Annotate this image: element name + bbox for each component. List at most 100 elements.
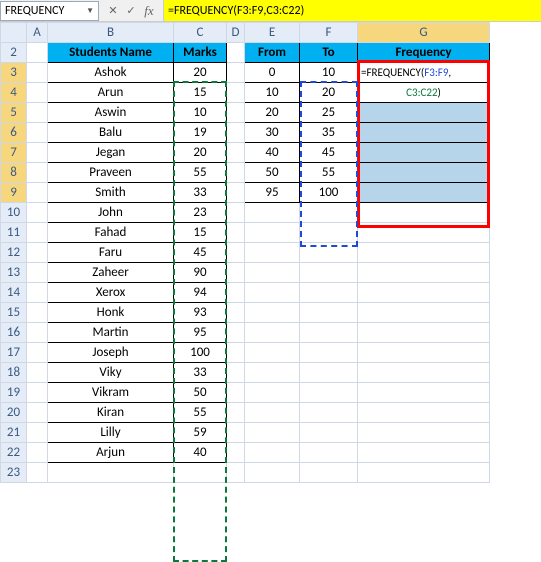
cell-A5[interactable] (27, 103, 48, 123)
cell-C19[interactable]: 50 (174, 383, 227, 403)
cell-C8[interactable]: 55 (174, 163, 227, 183)
cell-D13[interactable] (227, 263, 245, 283)
row-header-9[interactable]: 9 (1, 183, 27, 203)
cell-G19[interactable] (358, 383, 490, 403)
cell-F6[interactable]: 35 (300, 123, 358, 143)
cell-A15[interactable] (27, 303, 48, 323)
cell-A20[interactable] (27, 403, 48, 423)
cell-E14[interactable] (245, 283, 300, 303)
cell-B8[interactable]: Praveen (48, 163, 174, 183)
cell-A11[interactable] (27, 223, 48, 243)
cell-D2[interactable] (227, 43, 245, 63)
cell-E13[interactable] (245, 263, 300, 283)
cell-B3[interactable]: Ashok (48, 63, 174, 83)
cell-G20[interactable] (358, 403, 490, 423)
row-header-21[interactable]: 21 (1, 423, 27, 443)
row-header-19[interactable]: 19 (1, 383, 27, 403)
cell-G14[interactable] (358, 283, 490, 303)
cell-F13[interactable] (300, 263, 358, 283)
cell-E3[interactable]: 0 (245, 63, 300, 83)
cell-F11[interactable] (300, 223, 358, 243)
cell-E12[interactable] (245, 243, 300, 263)
cell-B21[interactable]: Lilly (48, 423, 174, 443)
cell-E6[interactable]: 30 (245, 123, 300, 143)
cell-F20[interactable] (300, 403, 358, 423)
row-header-3[interactable]: 3 (1, 63, 27, 83)
cell-G10[interactable] (358, 203, 490, 223)
cell-E20[interactable] (245, 403, 300, 423)
cell-D4[interactable] (227, 83, 245, 103)
cell-D3[interactable] (227, 63, 245, 83)
cell-D18[interactable] (227, 363, 245, 383)
cell-G3[interactable]: =FREQUENCY(F3:F9, (358, 63, 490, 83)
cell-G8[interactable] (358, 163, 490, 183)
cell-F18[interactable] (300, 363, 358, 383)
cell-B23[interactable] (48, 463, 174, 483)
cell-C12[interactable]: 45 (174, 243, 227, 263)
cell-F22[interactable] (300, 443, 358, 463)
cell-F19[interactable] (300, 383, 358, 403)
cell-B13[interactable]: Zaheer (48, 263, 174, 283)
cell-E10[interactable] (245, 203, 300, 223)
spreadsheet-grid[interactable]: A B C D E F G 2Students NameMarksFromToF… (0, 22, 541, 483)
cell-D23[interactable] (227, 463, 245, 483)
cell-F8[interactable]: 55 (300, 163, 358, 183)
col-header-F[interactable]: F (300, 23, 358, 43)
cell-B12[interactable]: Faru (48, 243, 174, 263)
cell-E9[interactable]: 95 (245, 183, 300, 203)
cell-D7[interactable] (227, 143, 245, 163)
row-header-13[interactable]: 13 (1, 263, 27, 283)
cell-C4[interactable]: 15 (174, 83, 227, 103)
cell-F2[interactable]: To (300, 43, 358, 63)
cell-F12[interactable] (300, 243, 358, 263)
cell-C15[interactable]: 93 (174, 303, 227, 323)
cell-D20[interactable] (227, 403, 245, 423)
cell-E4[interactable]: 10 (245, 83, 300, 103)
cell-E18[interactable] (245, 363, 300, 383)
row-header-6[interactable]: 6 (1, 123, 27, 143)
select-all-corner[interactable] (1, 23, 27, 43)
cell-E21[interactable] (245, 423, 300, 443)
row-header-18[interactable]: 18 (1, 363, 27, 383)
cell-B18[interactable]: Viky (48, 363, 174, 383)
cell-G23[interactable] (358, 463, 490, 483)
col-header-E[interactable]: E (245, 23, 300, 43)
cell-E23[interactable] (245, 463, 300, 483)
cell-C23[interactable] (174, 463, 227, 483)
cell-G9[interactable] (358, 183, 490, 203)
cell-D11[interactable] (227, 223, 245, 243)
cell-F7[interactable]: 45 (300, 143, 358, 163)
cell-E19[interactable] (245, 383, 300, 403)
cell-D16[interactable] (227, 323, 245, 343)
cell-E2[interactable]: From (245, 43, 300, 63)
cell-A10[interactable] (27, 203, 48, 223)
cell-B7[interactable]: Jegan (48, 143, 174, 163)
cell-C17[interactable]: 100 (174, 343, 227, 363)
cell-A6[interactable] (27, 123, 48, 143)
cell-C2[interactable]: Marks (174, 43, 227, 63)
row-header-10[interactable]: 10 (1, 203, 27, 223)
cell-C21[interactable]: 59 (174, 423, 227, 443)
cell-B2[interactable]: Students Name (48, 43, 174, 63)
cell-D12[interactable] (227, 243, 245, 263)
cell-D10[interactable] (227, 203, 245, 223)
row-header-22[interactable]: 22 (1, 443, 27, 463)
cell-A13[interactable] (27, 263, 48, 283)
cell-E7[interactable]: 40 (245, 143, 300, 163)
cell-C18[interactable]: 33 (174, 363, 227, 383)
cell-E15[interactable] (245, 303, 300, 323)
cell-A19[interactable] (27, 383, 48, 403)
cell-D9[interactable] (227, 183, 245, 203)
cell-D5[interactable] (227, 103, 245, 123)
cell-F9[interactable]: 100 (300, 183, 358, 203)
cell-B17[interactable]: Joseph (48, 343, 174, 363)
cell-D6[interactable] (227, 123, 245, 143)
cell-C13[interactable]: 90 (174, 263, 227, 283)
cell-A23[interactable] (27, 463, 48, 483)
cell-E17[interactable] (245, 343, 300, 363)
dropdown-icon[interactable]: ▼ (86, 6, 94, 16)
cell-E22[interactable] (245, 443, 300, 463)
row-header-15[interactable]: 15 (1, 303, 27, 323)
row-header-7[interactable]: 7 (1, 143, 27, 163)
cell-A3[interactable] (27, 63, 48, 83)
